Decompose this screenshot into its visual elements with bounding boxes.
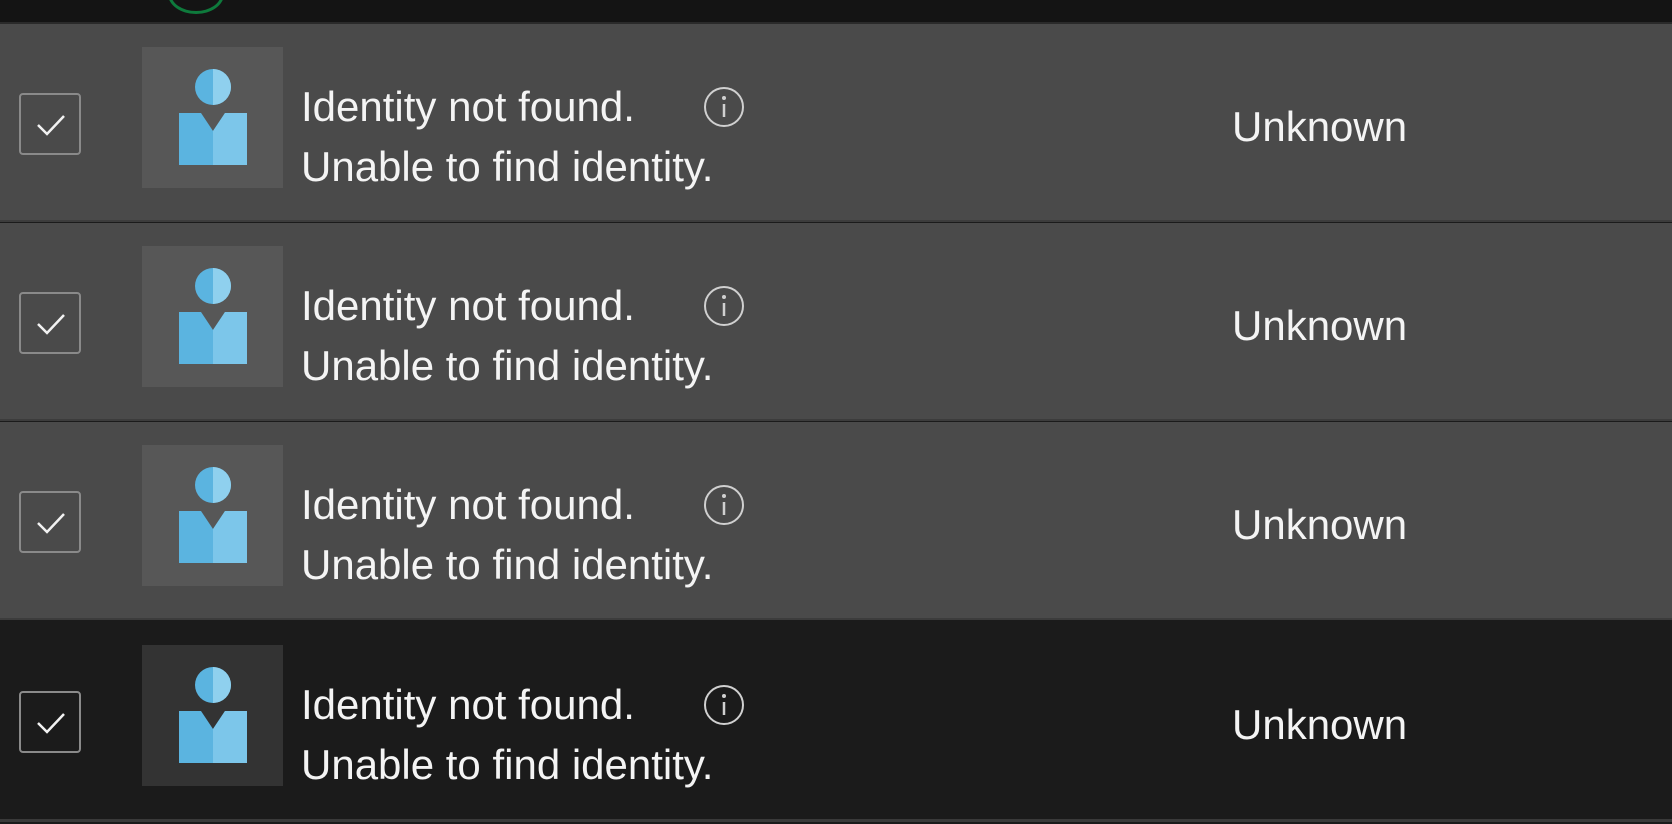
avatar (142, 445, 283, 586)
identity-subtitle: Unable to find identity. (301, 342, 714, 389)
status-text: Unknown (1232, 302, 1408, 349)
previous-row-partial (0, 0, 1672, 24)
identity-title: Identity not found. (301, 481, 635, 528)
identity-list: Identity not found. Unable to find ident… (0, 0, 1672, 824)
list-item[interactable]: Identity not found. Unable to find ident… (0, 422, 1672, 620)
row-checkbox[interactable] (19, 691, 81, 753)
avatar (142, 47, 283, 188)
identity-title: Identity not found. (301, 83, 635, 130)
row-checkbox[interactable] (19, 93, 81, 155)
identity-title: Identity not found. (301, 681, 635, 728)
checkmark-icon (37, 314, 65, 335)
checkmark-icon (37, 713, 65, 734)
row-checkbox[interactable] (19, 491, 81, 553)
list-item[interactable]: Identity not found. Unable to find ident… (0, 223, 1672, 421)
avatar (142, 645, 283, 786)
info-icon[interactable] (702, 85, 746, 134)
list-item[interactable]: Identity not found. Unable to find ident… (0, 622, 1672, 822)
identity-title: Identity not found. (301, 282, 635, 329)
checkmark-icon (37, 115, 65, 136)
generic-person-icon (179, 667, 247, 763)
checkmark-icon (37, 513, 65, 534)
generic-person-icon (179, 467, 247, 563)
generic-person-icon (179, 268, 247, 364)
status-text: Unknown (1232, 501, 1408, 548)
avatar (168, 0, 224, 14)
row-checkbox[interactable] (19, 292, 81, 354)
info-icon[interactable] (702, 284, 746, 333)
info-icon[interactable] (702, 683, 746, 732)
avatar (142, 246, 283, 387)
identity-subtitle: Unable to find identity. (301, 741, 714, 788)
identity-subtitle: Unable to find identity. (301, 143, 714, 190)
identity-subtitle: Unable to find identity. (301, 541, 714, 588)
generic-person-icon (179, 69, 247, 165)
info-icon[interactable] (702, 483, 746, 532)
status-text: Unknown (1232, 103, 1408, 150)
status-text: Unknown (1232, 701, 1408, 748)
list-item[interactable]: Identity not found. Unable to find ident… (0, 24, 1672, 222)
